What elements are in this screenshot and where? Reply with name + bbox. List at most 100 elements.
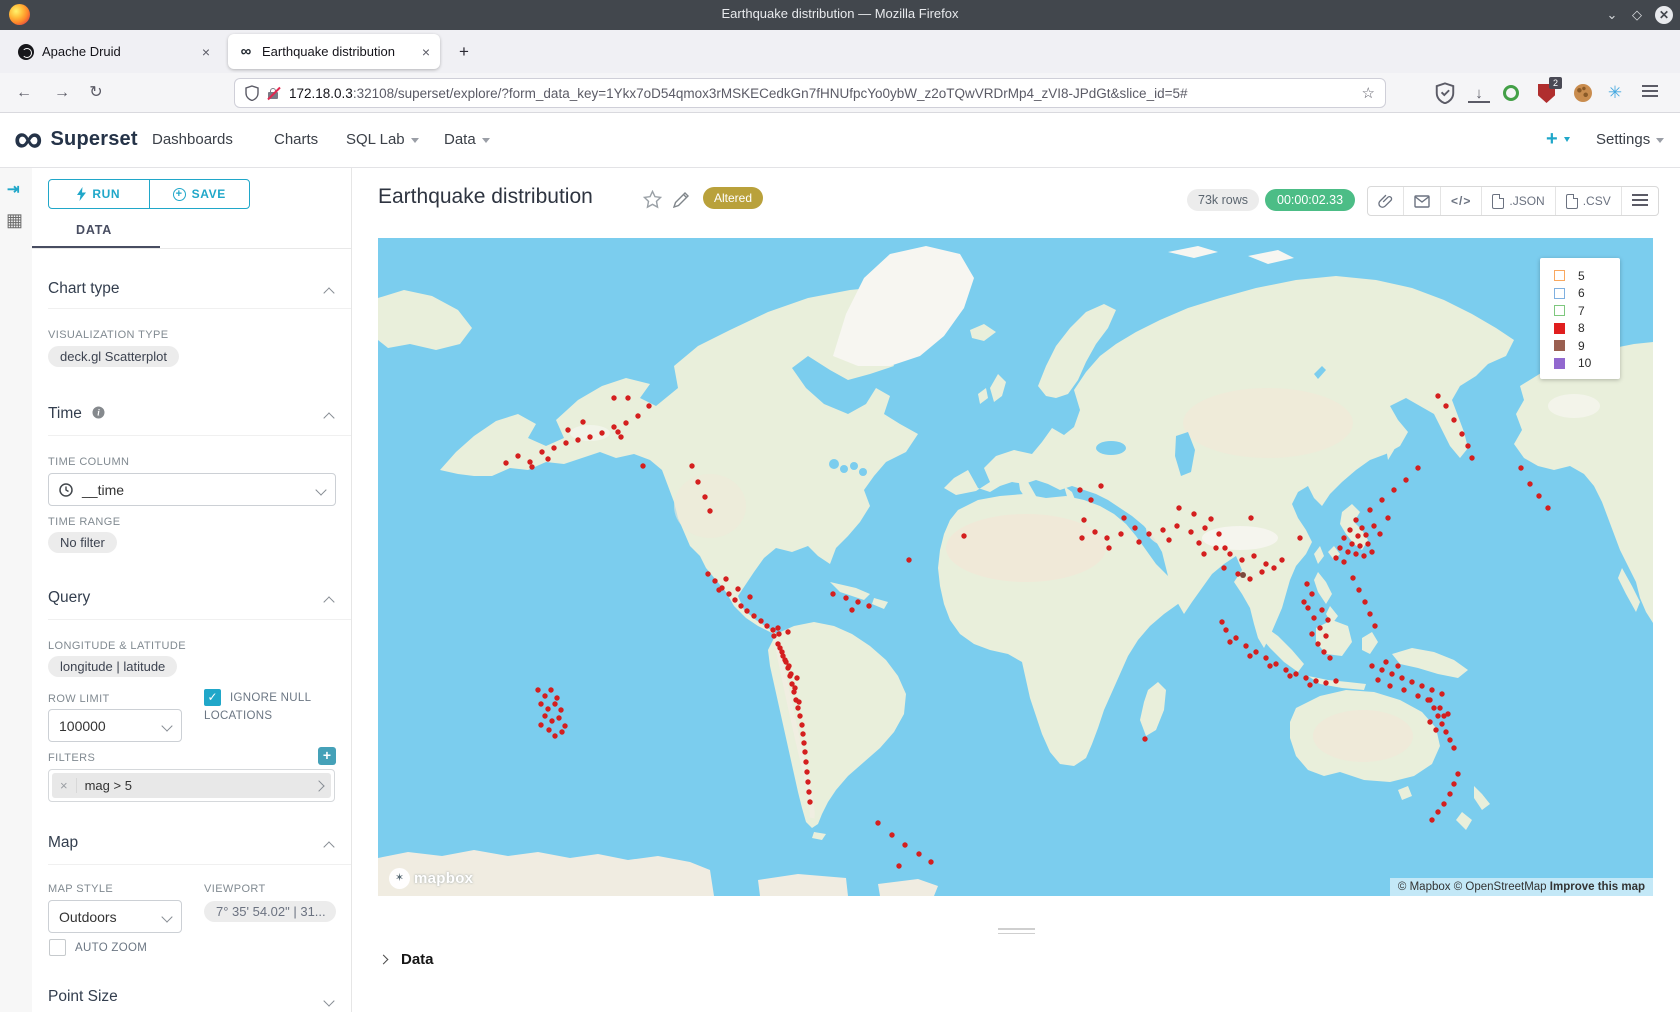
earthquake-point[interactable] [775, 625, 780, 630]
earthquake-point[interactable] [1451, 417, 1456, 422]
section-point-size[interactable]: Point Size [48, 988, 335, 1006]
chevron-right-icon[interactable] [313, 780, 324, 791]
attribution-mapbox[interactable]: © Mapbox [1398, 881, 1451, 893]
earthquake-point[interactable] [702, 494, 707, 499]
legend-entry[interactable]: 7 [1554, 302, 1620, 320]
earthquake-point[interactable] [1239, 557, 1244, 562]
tab-close-icon[interactable]: × [422, 44, 430, 60]
earthquake-point[interactable] [875, 820, 880, 825]
earthquake-point[interactable] [1176, 505, 1181, 510]
earthquake-point[interactable] [804, 769, 809, 774]
earthquake-point[interactable] [618, 434, 623, 439]
add-new-button[interactable]: + [1546, 128, 1570, 151]
legend-entry[interactable]: 6 [1554, 285, 1620, 303]
earthquake-point[interactable] [1379, 497, 1384, 502]
earthquake-point[interactable] [1355, 533, 1360, 538]
earthquake-point[interactable] [744, 608, 749, 613]
earthquake-point[interactable] [1301, 599, 1306, 604]
earthquake-point[interactable] [794, 675, 799, 680]
earthquake-point[interactable] [799, 722, 804, 727]
earthquake-point[interactable] [1367, 611, 1372, 616]
expand-panel-icon[interactable]: ⇥ [7, 180, 20, 198]
email-button[interactable] [1404, 187, 1441, 215]
favorite-star-icon[interactable] [643, 190, 662, 209]
earthquake-point[interactable] [1174, 523, 1179, 528]
earthquake-point[interactable] [1361, 553, 1366, 558]
earthquake-point[interactable] [1369, 663, 1374, 668]
superset-brand[interactable]: ∞ Superset [14, 119, 138, 159]
legend-entry[interactable]: 8 [1554, 320, 1620, 338]
earthquake-point[interactable] [1267, 663, 1272, 668]
earthquake-point[interactable] [1323, 633, 1328, 638]
earthquake-point[interactable] [1309, 631, 1314, 636]
earthquake-point[interactable] [1415, 465, 1420, 470]
earthquake-point[interactable] [580, 419, 585, 424]
earthquake-point[interactable] [1307, 682, 1312, 687]
earthquake-point[interactable] [1347, 527, 1352, 532]
tracking-shield-icon[interactable] [245, 85, 259, 101]
attribution-osm[interactable]: © OpenStreetMap [1454, 881, 1547, 893]
earthquake-point[interactable] [1271, 565, 1276, 570]
earthquake-point[interactable] [1202, 525, 1207, 530]
chevron-up-icon[interactable] [323, 841, 334, 852]
earthquake-point[interactable] [889, 832, 894, 837]
menu-icon[interactable] [1642, 85, 1664, 107]
earthquake-point[interactable] [623, 420, 628, 425]
export-json-button[interactable]: .JSON [1482, 187, 1555, 215]
earthquake-point[interactable] [1247, 576, 1252, 581]
earthquake-point[interactable] [535, 687, 540, 692]
earthquake-point[interactable] [1191, 511, 1196, 516]
earthquake-point[interactable] [640, 463, 645, 468]
earthquake-point[interactable] [796, 699, 801, 704]
earthquake-point[interactable] [797, 713, 802, 718]
earthquake-point[interactable] [503, 460, 508, 465]
earthquake-point[interactable] [1341, 559, 1346, 564]
earthquake-point[interactable] [805, 779, 810, 784]
earthquake-point[interactable] [1367, 507, 1372, 512]
tab-apache-druid[interactable]: Apache Druid × [8, 34, 220, 69]
earthquake-point[interactable] [1435, 809, 1440, 814]
earthquake-point[interactable] [1201, 551, 1206, 556]
copy-link-button[interactable] [1368, 187, 1404, 215]
earthquake-point[interactable] [770, 627, 775, 632]
earthquake-point[interactable] [1321, 649, 1326, 654]
world-map[interactable]: 5678910 ✶ mapbox © Mapbox © OpenStreetMa… [378, 238, 1653, 896]
earthquake-point[interactable] [1362, 599, 1367, 604]
forward-button[interactable]: → [50, 81, 74, 105]
earthquake-point[interactable] [803, 759, 808, 764]
earthquake-point[interactable] [542, 693, 547, 698]
earthquake-point[interactable] [1437, 705, 1442, 710]
remove-filter-icon[interactable]: × [52, 778, 77, 793]
reload-button[interactable]: ↻ [84, 81, 108, 105]
time-column-select[interactable]: __time [48, 473, 336, 506]
earthquake-point[interactable] [1243, 643, 1248, 648]
earthquake-point[interactable] [780, 653, 785, 658]
panel-resize-handle[interactable] [998, 928, 1035, 937]
earthquake-point[interactable] [1399, 675, 1404, 680]
earthquake-point[interactable] [1433, 727, 1438, 732]
chevron-up-icon[interactable] [323, 596, 334, 607]
earthquake-point[interactable] [716, 587, 721, 592]
earthquake-point[interactable] [1323, 680, 1328, 685]
earthquake-point[interactable] [1353, 517, 1358, 522]
dataset-grid-icon[interactable]: ▦ [6, 210, 23, 231]
earthquake-point[interactable] [723, 576, 728, 581]
tab-data[interactable]: DATA [76, 223, 112, 237]
earthquake-point[interactable] [712, 578, 717, 583]
earthquake-point[interactable] [1223, 627, 1228, 632]
cookie-extension-icon[interactable] [1574, 84, 1592, 102]
earthquake-point[interactable] [747, 594, 752, 599]
earthquake-point[interactable] [1263, 561, 1268, 566]
earthquake-point[interactable] [558, 707, 563, 712]
earthquake-point[interactable] [1188, 529, 1193, 534]
earthquake-point[interactable] [1077, 487, 1082, 492]
earthquake-point[interactable] [1081, 517, 1086, 522]
earthquake-point[interactable] [1293, 671, 1298, 676]
earthquake-point[interactable] [1263, 655, 1268, 660]
earthquake-point[interactable] [538, 722, 543, 727]
earthquake-point[interactable] [1439, 691, 1444, 696]
earthquake-point[interactable] [1160, 527, 1165, 532]
earthquake-point[interactable] [1403, 477, 1408, 482]
earthquake-point[interactable] [538, 701, 543, 706]
earthquake-point[interactable] [843, 595, 848, 600]
